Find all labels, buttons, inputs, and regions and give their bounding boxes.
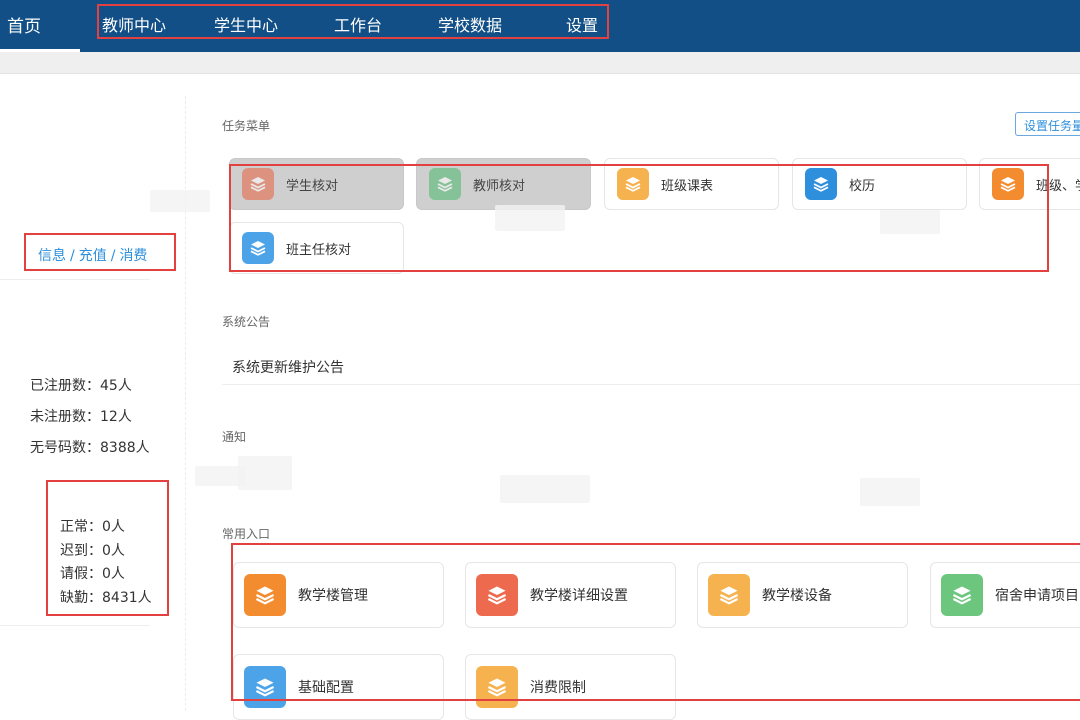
entry-label: 教学楼设备 bbox=[762, 588, 832, 604]
divider bbox=[0, 625, 150, 626]
notification-title: 通知 bbox=[222, 430, 247, 444]
unregistered-count: 未注册数：12人 bbox=[30, 409, 132, 425]
entry-label: 消费限制 bbox=[530, 680, 586, 696]
nav-home[interactable]: 首页 bbox=[0, 0, 80, 52]
nav-student-center[interactable]: 学生中心 bbox=[214, 12, 278, 36]
nav-teacher-center[interactable]: 教师中心 bbox=[102, 12, 166, 36]
layers-icon bbox=[805, 168, 837, 200]
blurred-region bbox=[495, 205, 565, 231]
registered-count: 已注册数：45人 bbox=[30, 378, 132, 394]
blurred-region bbox=[500, 475, 590, 503]
layers-icon bbox=[617, 168, 649, 200]
layers-icon bbox=[476, 574, 518, 616]
info-link[interactable]: 信息 bbox=[38, 248, 66, 264]
divider bbox=[0, 279, 150, 280]
task-label: 校历 bbox=[849, 178, 876, 194]
attendance-leave: 请假：0人 bbox=[60, 566, 125, 582]
panel-divider bbox=[185, 96, 186, 711]
task-school-calendar[interactable]: 校历 bbox=[792, 158, 967, 210]
link-separator: / bbox=[70, 248, 75, 264]
blurred-region bbox=[880, 210, 940, 234]
nav-settings[interactable]: 设置 bbox=[566, 12, 598, 36]
blurred-region bbox=[238, 456, 292, 490]
layers-icon bbox=[476, 666, 518, 708]
task-label: 班级课表 bbox=[661, 178, 714, 194]
top-nav-bar: 首页 教师中心 学生中心 工作台 学校数据 设置 bbox=[0, 0, 1080, 52]
blurred-region bbox=[150, 190, 210, 212]
layers-icon bbox=[242, 168, 274, 200]
divider bbox=[222, 384, 1080, 385]
entry-building-management[interactable]: 教学楼管理 bbox=[233, 562, 444, 628]
task-label: 学生核对 bbox=[286, 178, 339, 194]
layers-icon bbox=[992, 168, 1024, 200]
task-head-teacher-check[interactable]: 班主任核对 bbox=[229, 222, 404, 274]
task-class-student[interactable]: 班级、学 bbox=[979, 158, 1080, 210]
entry-building-detail-settings[interactable]: 教学楼详细设置 bbox=[465, 562, 676, 628]
attendance-absent: 缺勤：8431人 bbox=[60, 590, 152, 606]
task-label: 班主任核对 bbox=[286, 242, 352, 258]
entry-dorm-application[interactable]: 宿舍申请项目 bbox=[930, 562, 1080, 628]
announcement-item[interactable]: 系统更新维护公告 bbox=[232, 357, 344, 377]
layers-icon bbox=[429, 168, 461, 200]
task-menu-title: 任务菜单 bbox=[222, 119, 271, 133]
sub-header-bar bbox=[0, 52, 1080, 74]
task-teacher-check[interactable]: 教师核对 bbox=[416, 158, 591, 210]
link-separator: / bbox=[110, 248, 116, 264]
attendance-late: 迟到：0人 bbox=[60, 543, 125, 559]
task-label: 教师核对 bbox=[473, 178, 526, 194]
task-student-check[interactable]: 学生核对 bbox=[229, 158, 404, 210]
set-task-button[interactable]: 设置任务量 bbox=[1015, 112, 1080, 136]
account-links: 信息 / 充值 / 消费 bbox=[38, 245, 147, 265]
entry-basic-config[interactable]: 基础配置 bbox=[233, 654, 444, 720]
layers-icon bbox=[941, 574, 983, 616]
entry-label: 宿舍申请项目 bbox=[995, 588, 1079, 604]
attendance-normal: 正常：0人 bbox=[60, 519, 125, 535]
announcement-title: 系统公告 bbox=[222, 315, 271, 329]
no-number-count: 无号码数：8388人 bbox=[30, 440, 150, 456]
recharge-link[interactable]: 充值 bbox=[79, 248, 107, 264]
layers-icon bbox=[244, 574, 286, 616]
task-label: 班级、学 bbox=[1036, 178, 1080, 194]
entry-label: 教学楼详细设置 bbox=[530, 588, 628, 604]
nav-school-data[interactable]: 学校数据 bbox=[438, 12, 502, 36]
nav-workbench[interactable]: 工作台 bbox=[334, 12, 382, 36]
entry-label: 基础配置 bbox=[298, 680, 354, 696]
layers-icon bbox=[244, 666, 286, 708]
entry-consumption-limit[interactable]: 消费限制 bbox=[465, 654, 676, 720]
entry-label: 教学楼管理 bbox=[298, 588, 368, 604]
entry-building-equipment[interactable]: 教学楼设备 bbox=[697, 562, 908, 628]
task-class-schedule[interactable]: 班级课表 bbox=[604, 158, 779, 210]
layers-icon bbox=[708, 574, 750, 616]
consume-link[interactable]: 消费 bbox=[119, 248, 147, 264]
blurred-region bbox=[860, 478, 920, 506]
entries-title: 常用入口 bbox=[222, 527, 271, 541]
layers-icon bbox=[242, 232, 274, 264]
